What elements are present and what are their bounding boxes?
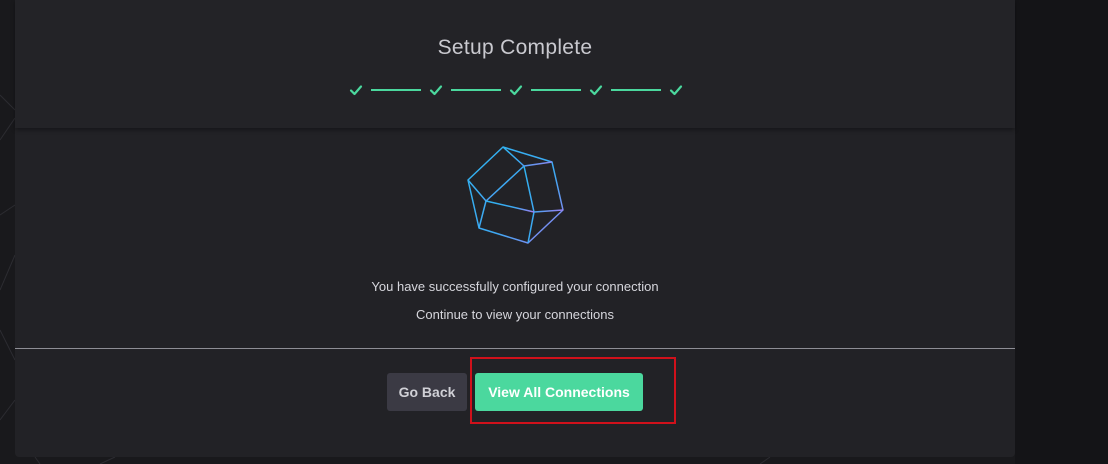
highlight-box	[470, 357, 676, 424]
step-1-check-icon	[349, 83, 363, 97]
step-connector	[531, 89, 581, 91]
step-4-check-icon	[589, 83, 603, 97]
continue-message: Continue to view your connections	[415, 307, 614, 322]
step-3-check-icon	[509, 83, 523, 97]
page-title: Setup Complete	[437, 36, 593, 59]
step-2-check-icon	[429, 83, 443, 97]
hexagon-gem-icon	[467, 146, 564, 244]
go-back-button[interactable]: Go Back	[387, 373, 467, 411]
right-backdrop	[1015, 0, 1108, 464]
step-5-check-icon	[669, 83, 683, 97]
success-message: You have successfully configured your co…	[371, 279, 659, 294]
footer-divider	[15, 348, 1015, 349]
step-connector	[371, 89, 421, 91]
progress-stepper	[349, 81, 683, 99]
step-connector	[611, 89, 661, 91]
dialog-header: Setup Complete	[15, 0, 1015, 128]
step-connector	[451, 89, 501, 91]
